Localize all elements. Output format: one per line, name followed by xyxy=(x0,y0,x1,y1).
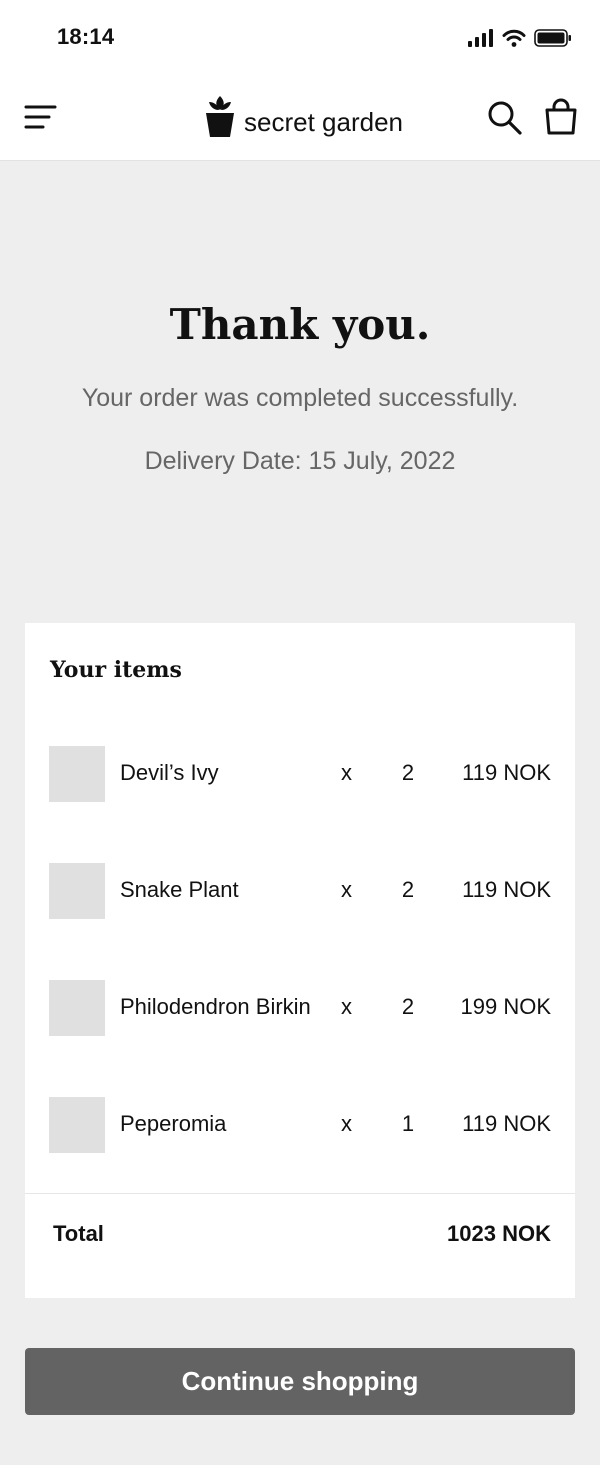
list-item[interactable]: Philodendron Birkin x 2 199 NOK xyxy=(25,980,575,1036)
product-price: 119 NOK xyxy=(462,877,551,902)
quantity-multiplier: x xyxy=(341,1111,352,1136)
status-icons xyxy=(468,26,572,50)
plant-pot-logo-icon xyxy=(206,96,234,137)
product-price: 119 NOK xyxy=(462,1111,551,1136)
divider xyxy=(25,1193,575,1194)
product-name: Snake Plant xyxy=(120,877,239,902)
list-item[interactable]: Snake Plant x 2 119 NOK xyxy=(25,863,575,919)
product-quantity: 2 xyxy=(401,760,415,785)
menu-button[interactable] xyxy=(24,102,58,134)
delivery-date: Delivery Date: 15 July, 2022 xyxy=(144,447,456,475)
product-price: 119 NOK xyxy=(462,760,551,785)
product-quantity: 1 xyxy=(401,1111,415,1136)
quantity-multiplier: x xyxy=(341,760,352,785)
product-thumbnail xyxy=(49,1097,105,1153)
battery-icon xyxy=(534,29,571,47)
product-name: Peperomia xyxy=(120,1111,227,1136)
app-header: 18:14 secret garden xyxy=(0,0,600,161)
order-summary-heading: Your items xyxy=(50,657,182,683)
product-price: 199 NOK xyxy=(460,994,552,1019)
product-name: Devil’s Ivy xyxy=(120,760,219,785)
continue-shopping-button[interactable]: Continue shopping xyxy=(25,1348,575,1415)
status-time: 18:14 xyxy=(57,24,115,49)
product-name: Philodendron Birkin xyxy=(120,994,311,1019)
product-thumbnail xyxy=(49,980,105,1036)
product-thumbnail xyxy=(49,746,105,802)
confirmation-message: Your order was completed successfully. xyxy=(81,384,519,412)
brand-name: secret garden xyxy=(244,107,403,137)
menu-icon xyxy=(24,105,57,129)
search-icon xyxy=(488,101,522,135)
quantity-multiplier: x xyxy=(341,877,352,902)
total-label: Total xyxy=(53,1221,104,1246)
list-item[interactable]: Peperomia x 1 119 NOK xyxy=(25,1097,575,1153)
shopping-bag-icon xyxy=(545,98,577,135)
cart-button[interactable] xyxy=(543,98,579,136)
wifi-icon xyxy=(502,29,526,47)
page-title: Thank you. xyxy=(169,300,431,349)
signal-icon xyxy=(468,29,493,47)
quantity-multiplier: x xyxy=(341,994,352,1019)
search-button[interactable] xyxy=(487,100,523,136)
list-item[interactable]: Devil’s Ivy x 2 119 NOK xyxy=(25,746,575,802)
product-quantity: 2 xyxy=(401,994,415,1019)
brand-logo[interactable]: secret garden xyxy=(204,92,403,138)
total-value: 1023 NOK xyxy=(447,1221,551,1246)
order-summary-card: Your items Devil’s Ivy x 2 119 NOK Snake… xyxy=(25,623,575,1298)
product-quantity: 2 xyxy=(401,877,415,902)
product-thumbnail xyxy=(49,863,105,919)
